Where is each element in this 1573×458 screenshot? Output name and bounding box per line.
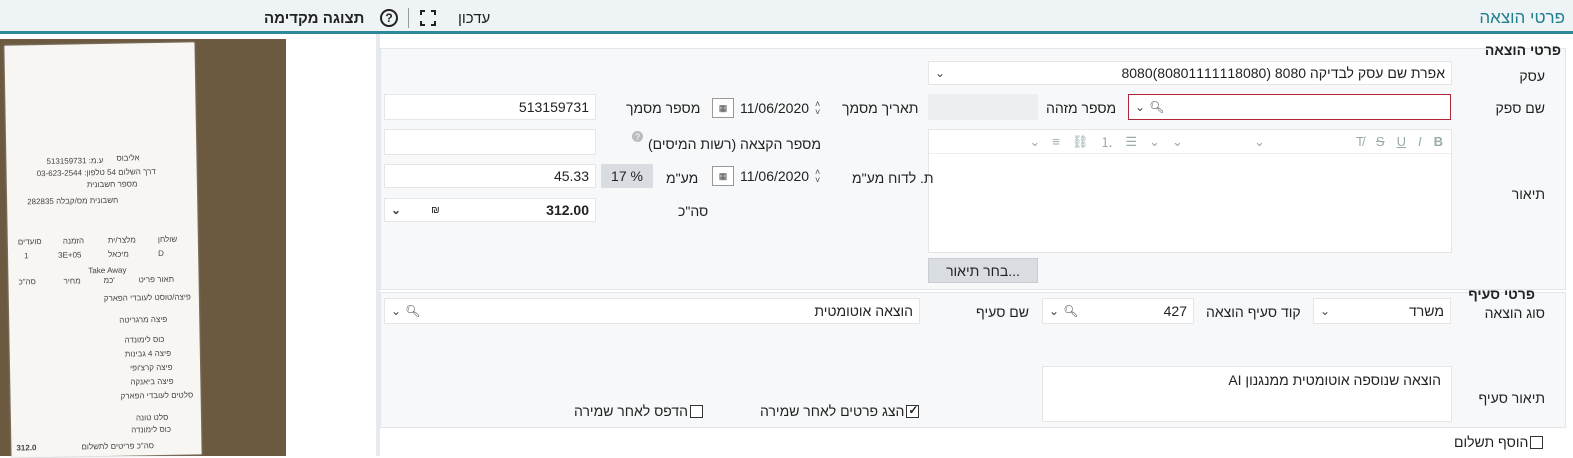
print-checkbox-row[interactable]: הדפס לאחר שמירה — [574, 403, 704, 419]
vat-percent[interactable]: 17 % — [601, 164, 653, 188]
search-icon: 🔍︎ — [1063, 304, 1079, 318]
clause-name-label: שם סעיף — [976, 304, 1030, 320]
expense-type-select[interactable]: ⌄ משרד — [1313, 298, 1451, 324]
underline-icon[interactable]: U — [1397, 134, 1406, 149]
numbered-list-icon[interactable]: ⒈ — [1100, 132, 1113, 151]
bold-icon[interactable]: B — [1434, 134, 1443, 149]
bullet-list-icon[interactable]: ☰ — [1125, 134, 1137, 150]
chevron-down-icon: ⌄ — [391, 203, 402, 217]
expense-code-input[interactable]: ⌄ 🔍︎ 427 — [1042, 298, 1194, 324]
chevron-down-icon: ⌄ — [1320, 304, 1331, 318]
chevron-down-icon: ⌄ — [935, 66, 946, 80]
show-details-checkbox[interactable]: ✓ — [906, 403, 920, 418]
top-bar — [0, 0, 1573, 34]
spinner-icon[interactable]: ˄ ˅ — [815, 168, 820, 185]
expense-type-label: סוג הוצאה — [1484, 305, 1545, 321]
page-title: פרטי הוצאה — [1479, 8, 1565, 27]
vat-input[interactable]: 45.33 — [384, 164, 596, 188]
spinner-icon[interactable]: ˄ ˅ — [815, 100, 820, 117]
description-label: תיאור — [1511, 186, 1545, 202]
section-title: פרטי הוצאה — [1484, 42, 1561, 58]
add-payment-row[interactable]: הוסף תשלום — [1454, 434, 1544, 450]
clear-format-icon[interactable]: T̸ — [1356, 134, 1364, 149]
chevron-down-icon: ⌄ — [1135, 100, 1146, 114]
id-input[interactable] — [928, 94, 1038, 120]
clause-desc-label: תיאור סעיף — [1478, 390, 1545, 406]
section2-title: פרטי סעיף — [1468, 286, 1535, 302]
choose-description-button[interactable]: בחר תיאור... — [928, 258, 1038, 283]
expense-code-label: קוד סעיף הוצאה — [1206, 304, 1301, 320]
align-icon[interactable]: ≡ — [1052, 134, 1060, 149]
doc-date-label: תאריך מסמך — [842, 100, 919, 116]
calendar-icon[interactable]: ▦ — [712, 98, 734, 118]
show-details-checkbox-row[interactable]: הצג פרטים לאחר שמירה ✓ — [760, 403, 920, 419]
calendar-icon[interactable]: ▦ — [712, 166, 734, 186]
search-icon: 🔍︎ — [405, 304, 421, 318]
fullscreen-icon[interactable] — [420, 10, 436, 26]
vat-report-date-field[interactable]: ▦ 11/06/2020 ˄ ˅ — [712, 164, 832, 188]
vat-label: מע"מ — [666, 170, 699, 186]
supplier-label: שם ספק — [1495, 100, 1545, 116]
doc-num-label: מספר מסמך — [626, 100, 701, 116]
highlight-icon[interactable]: ⌄ — [1029, 134, 1040, 150]
search-icon: 🔍︎ — [1149, 100, 1165, 114]
supplier-input[interactable]: ⌄ 🔍︎ — [1128, 94, 1451, 120]
preview-title: תצוגה מקדימה — [264, 10, 365, 27]
doc-date-field[interactable]: ▦ 11/06/2020 ˄ ˅ — [712, 96, 832, 120]
alloc-input[interactable] — [384, 129, 596, 155]
update-button[interactable]: עדכון — [458, 10, 490, 27]
strikethrough-icon[interactable]: S — [1376, 134, 1385, 149]
doc-num-input[interactable]: 513159731 — [384, 94, 596, 120]
clause-name-input[interactable]: ⌄ 🔍︎ הוצאה אוטומטית — [384, 298, 920, 324]
clause-desc-textarea[interactable]: הוצאה שנוספה אוטומטית ממנגנון AI — [1042, 366, 1452, 422]
business-select[interactable]: ⌄ 8080אפרת שם עסק לבדיקה 8080 (808011111… — [928, 61, 1452, 85]
font-select[interactable]: ⌄ — [1172, 134, 1242, 150]
font-size-select[interactable]: ⌄ — [1254, 134, 1344, 150]
link-icon[interactable]: ⛓ — [1072, 134, 1089, 150]
business-label: עסק — [1519, 68, 1545, 84]
italic-icon[interactable]: I — [1418, 134, 1422, 149]
currency-symbol: ₪ — [431, 204, 440, 216]
alloc-label: מספר הקצאה (רשות המיסים) — [648, 136, 821, 152]
total-input[interactable]: ⌄ ₪ 312.00 — [384, 198, 596, 222]
help-icon[interactable]: ? — [380, 9, 398, 27]
editor-toolbar: B I U S T̸ ⌄ ⌄ ⌄ ☰ ⒈ ⛓ ≡ ⌄ — [929, 130, 1451, 154]
receipt-paper: אליבוס 513159731 :ע.מ דרך השלום 54 טלפון… — [4, 42, 202, 458]
description-editor[interactable]: B I U S T̸ ⌄ ⌄ ⌄ ☰ ⒈ ⛓ ≡ ⌄ — [928, 129, 1452, 253]
id-label: מספר מזהה — [1046, 100, 1117, 116]
list-color-select[interactable]: ⌄ — [1149, 134, 1160, 150]
divider — [408, 8, 409, 28]
vat-report-label: ת. לדוח מע"מ — [852, 170, 934, 186]
chevron-down-icon: ⌄ — [391, 304, 402, 318]
info-icon[interactable]: ? — [632, 131, 643, 142]
print-checkbox[interactable] — [690, 404, 704, 418]
total-label: סה"כ — [678, 203, 709, 219]
chevron-down-icon: ⌄ — [1049, 304, 1060, 318]
add-payment-checkbox[interactable] — [1530, 435, 1544, 449]
